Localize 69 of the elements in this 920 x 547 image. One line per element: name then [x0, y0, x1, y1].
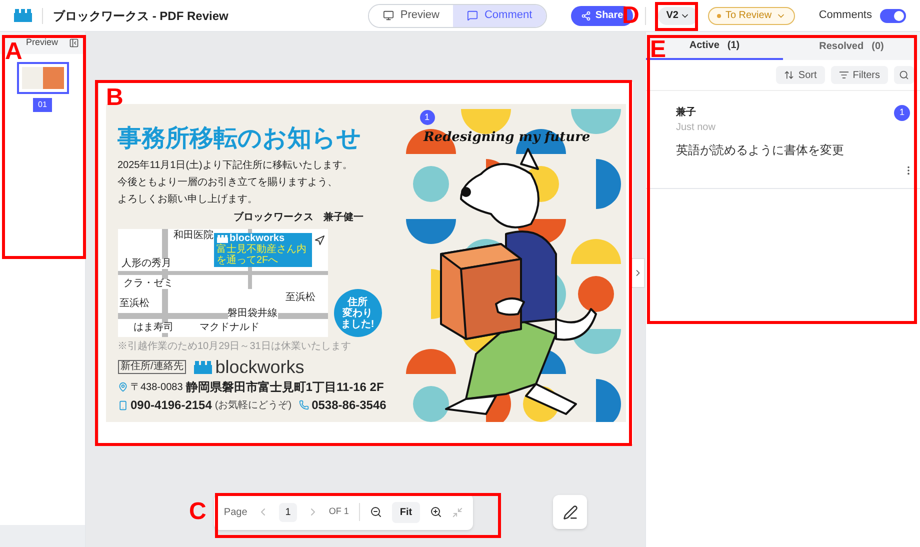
draw-button[interactable]	[553, 495, 588, 529]
map-label: 和田医院	[174, 231, 214, 241]
view-tab[interactable]: Comment	[453, 4, 546, 26]
flyer-mobile: 090-4196-2154	[130, 397, 212, 414]
page-count: OF 1	[328, 505, 349, 518]
comment-author: 兼子	[676, 106, 697, 120]
zoom-in-icon[interactable]	[430, 506, 442, 518]
mobile-phone-icon	[118, 400, 128, 410]
pen-icon	[562, 504, 578, 520]
annotation-letter: A	[5, 40, 22, 64]
zoom-out-icon[interactable]	[370, 506, 382, 518]
document-title: ブロックワークス - PDF Review	[53, 8, 228, 24]
map-callout-note: 富士見不動産さん内を通って2Fへ	[216, 244, 308, 266]
comments-toggle[interactable]	[880, 8, 906, 22]
map-label: 磐田袋井線	[228, 309, 278, 319]
location-pin-icon	[118, 382, 128, 392]
annotation-letter: C	[189, 500, 206, 524]
bubble-text: 変わり	[342, 308, 372, 318]
flyer-postal-code: 〒438-0083	[130, 380, 183, 394]
comment-number: 1	[894, 105, 910, 121]
sort-button[interactable]: Sort	[776, 66, 825, 84]
comments-tab[interactable]: Resolved (0)	[783, 32, 920, 60]
map-label: マクドナルド	[200, 323, 260, 333]
page-label: Page	[224, 506, 248, 520]
flyer-phone: 0538-86-3546	[312, 397, 386, 414]
blocks-logo-icon	[216, 235, 228, 243]
flyer-text: 今後ともより一層のお引き立てを賜りますよう、	[118, 176, 338, 190]
comment-card[interactable]: 兼子 Just now 英語が読めるように書体を変更 1	[646, 91, 920, 189]
flyer-brand: blockworks	[215, 358, 304, 376]
collapse-panel-icon[interactable]	[69, 38, 79, 48]
north-arrow-icon	[314, 235, 324, 246]
bubble-text: ました!	[340, 318, 374, 330]
flyer-text: 2025年11月1日(土)より下記住所に移転いたします。	[118, 158, 354, 173]
search-icon	[899, 70, 909, 80]
map-callout-brand: blockworks	[230, 234, 285, 244]
flyer-text: よろしくお願い申し上げます。	[118, 192, 258, 207]
annotation-frame	[655, 2, 698, 31]
map-label: はま寿司	[134, 323, 174, 333]
comment-text: 英語が読めるように書体を変更	[676, 142, 845, 159]
comment-pin[interactable]: 1	[420, 110, 434, 125]
map-label: 至浜松	[286, 293, 316, 303]
map-label: 人形の秀月	[122, 259, 172, 269]
flyer-heading: 事務所移転のお知らせ	[118, 124, 362, 154]
sort-icon	[784, 70, 794, 80]
page-number: 01	[33, 98, 52, 112]
bubble-text: 住所	[348, 296, 368, 308]
annotation-letter: E	[650, 38, 666, 62]
monitor-icon	[383, 10, 394, 21]
blocks-logo-icon	[194, 360, 212, 374]
app-logo-icon	[14, 9, 32, 22]
map-label: 至浜松	[120, 299, 150, 309]
flyer-tag: 新住所/連絡先	[118, 360, 186, 374]
share-icon	[581, 10, 592, 20]
search-button[interactable]	[894, 66, 914, 84]
comment-time: Just now	[676, 121, 716, 135]
telephone-icon	[298, 400, 309, 410]
flyer-address: 静岡県磐田市富士見町1丁目11-16 2F	[186, 379, 384, 396]
speech-bubble-icon	[467, 10, 478, 21]
sidebar-title: Preview	[26, 36, 58, 50]
map-label: クラ・ゼミ	[124, 279, 174, 289]
collapse-panel-tab[interactable]	[631, 258, 645, 288]
fit-button[interactable]: Fit	[392, 502, 420, 522]
annotation-letter: B	[106, 86, 124, 110]
filters-button[interactable]: Filters	[830, 66, 888, 84]
comments-label: Comments	[818, 8, 872, 24]
flyer-mobile-note: (お気軽にどうぞ)	[214, 398, 292, 412]
page-number-field[interactable]: 1	[279, 502, 297, 522]
flyer-signature: ブロックワークス 兼子健一	[234, 210, 364, 225]
filter-icon	[838, 70, 849, 80]
